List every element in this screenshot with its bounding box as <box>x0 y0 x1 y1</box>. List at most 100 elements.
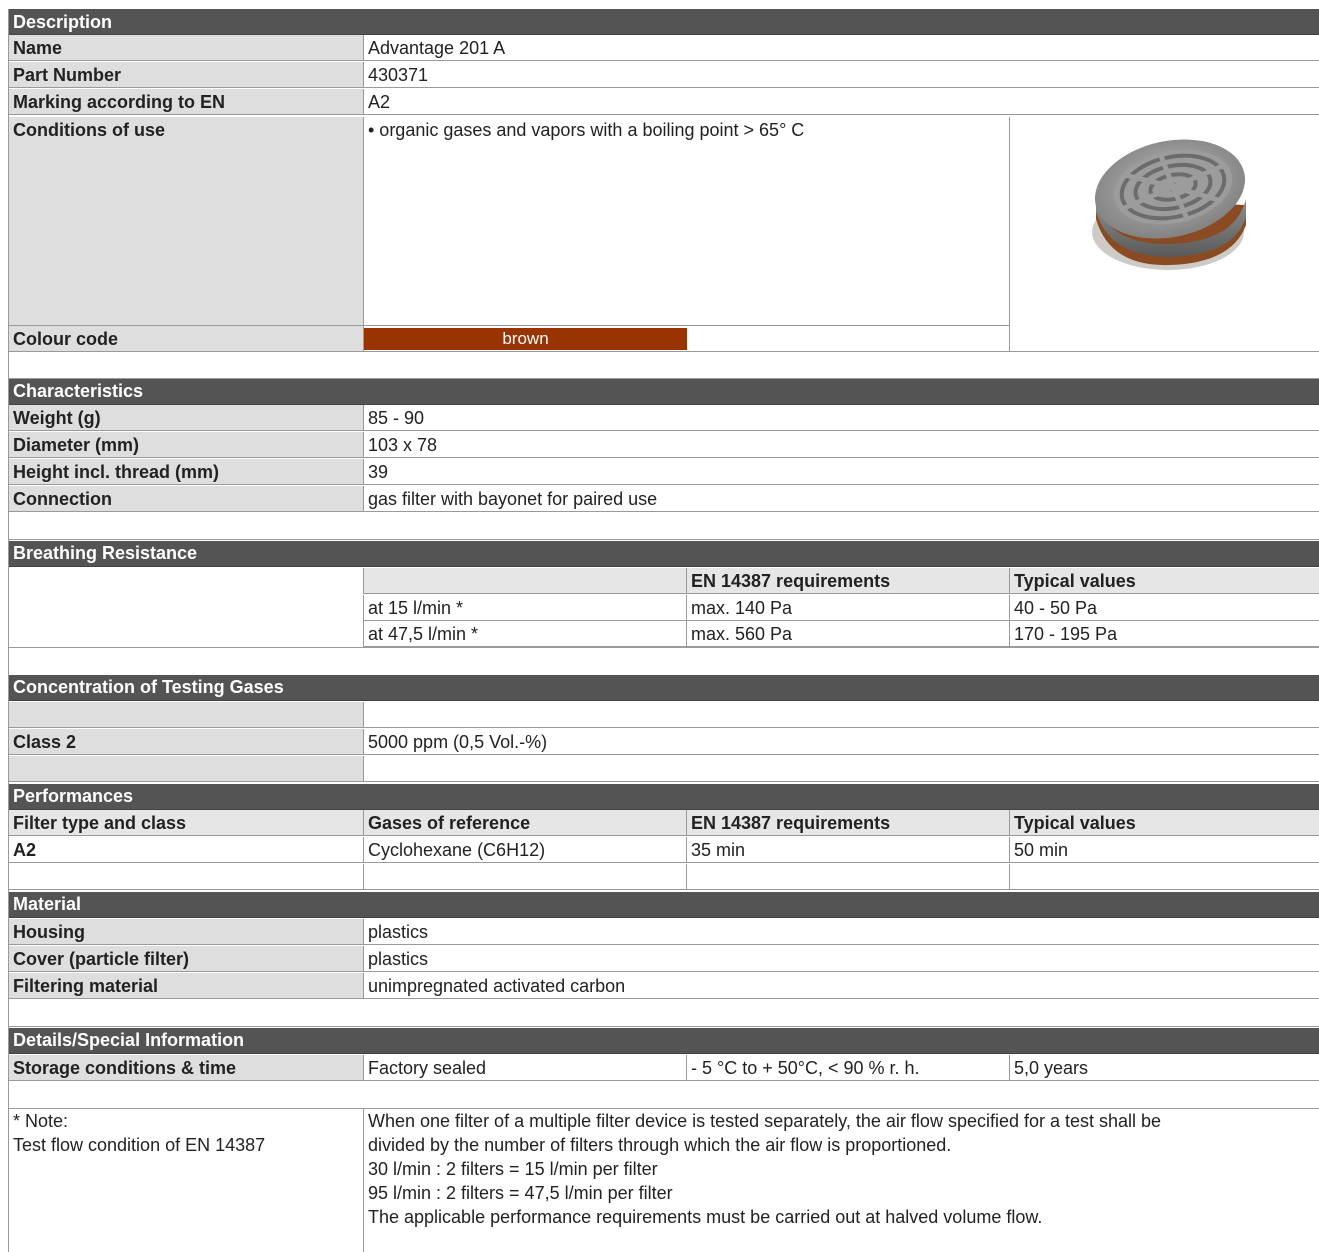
spacer-row <box>9 352 1319 379</box>
section-header-concentration: Concentration of Testing Gases <box>9 675 1319 701</box>
empty-cell <box>686 864 1009 890</box>
perf-typical: 50 min <box>1009 837 1319 863</box>
section-header-material: Material <box>9 892 1319 918</box>
value-housing: plastics <box>363 919 1319 945</box>
note-line: 30 l/min : 2 filters = 15 l/min per filt… <box>368 1159 658 1179</box>
section-header-characteristics: Characteristics <box>9 379 1319 405</box>
product-image-cell <box>1009 117 1319 352</box>
value-cover: plastics <box>363 946 1319 972</box>
note-row: * Note: Test flow condition of EN 14387 … <box>9 1109 1319 1252</box>
label-class-2: Class 2 <box>9 729 363 755</box>
section-header-description: Description <box>9 9 1319 35</box>
row-housing: Housing plastics <box>9 919 1319 945</box>
empty-cell <box>1009 864 1319 890</box>
note-line: The applicable performance requirements … <box>368 1207 1043 1227</box>
row-connection: Connection gas filter with bayonet for p… <box>9 486 1319 512</box>
performances-column-headers: Filter type and class Gases of reference… <box>9 810 1319 836</box>
row-weight: Weight (g) 85 - 90 <box>9 405 1319 431</box>
breathing-col-typical: Typical values <box>1009 568 1319 594</box>
perf-requirement: 35 min <box>686 837 1009 863</box>
concentration-empty-row <box>9 756 1319 782</box>
breathing-typical: 40 - 50 Pa <box>1009 595 1319 621</box>
row-class-2: Class 2 5000 ppm (0,5 Vol.-%) <box>9 729 1319 755</box>
note-title: * Note: <box>13 1111 69 1131</box>
perf-col-typical: Typical values <box>1009 810 1319 836</box>
value-marking: A2 <box>363 89 1319 115</box>
row-filtering-material: Filtering material unimpregnated activat… <box>9 973 1319 999</box>
concentration-empty-value <box>363 756 1319 782</box>
perf-gas: Cyclohexane (C6H12) <box>363 837 686 863</box>
breathing-condition: at 47,5 l/min * <box>363 621 686 647</box>
value-connection: gas filter with bayonet for paired use <box>363 486 1319 512</box>
perf-col-gases: Gases of reference <box>363 810 686 836</box>
perf-col-requirement: EN 14387 requirements <box>686 810 1009 836</box>
datasheet: Description Name Advantage 201 A Part Nu… <box>8 9 1319 1252</box>
label-colour-code: Colour code <box>9 326 363 352</box>
section-header-performances: Performances <box>9 784 1319 810</box>
label-part-number: Part Number <box>9 62 363 88</box>
breathing-requirement: max. 560 Pa <box>686 621 1009 647</box>
label-conditions-of-use: Conditions of use <box>9 117 363 326</box>
label-diameter: Diameter (mm) <box>9 432 363 458</box>
perf-filter-class: A2 <box>9 837 363 863</box>
perf-col-filter-type: Filter type and class <box>9 810 363 836</box>
label-weight: Weight (g) <box>9 405 363 431</box>
breathing-row-1: at 15 l/min * max. 140 Pa 40 - 50 Pa <box>9 595 1319 621</box>
spacer-row <box>9 513 1319 540</box>
label-height: Height incl. thread (mm) <box>9 459 363 485</box>
value-weight: 85 - 90 <box>363 405 1319 431</box>
note-label: * Note: Test flow condition of EN 14387 <box>9 1109 363 1252</box>
value-diameter: 103 x 78 <box>363 432 1319 458</box>
row-storage: Storage conditions & time Factory sealed… <box>9 1055 1319 1081</box>
spacer-row <box>9 647 1319 676</box>
row-height: Height incl. thread (mm) 39 <box>9 459 1319 485</box>
breathing-typical: 170 - 195 Pa <box>1009 621 1319 647</box>
breathing-column-headers: EN 14387 requirements Typical values <box>9 568 1319 594</box>
breathing-col-requirement: EN 14387 requirements <box>686 568 1009 594</box>
label-housing: Housing <box>9 919 363 945</box>
label-cover: Cover (particle filter) <box>9 946 363 972</box>
note-subtitle: Test flow condition of EN 14387 <box>13 1135 266 1155</box>
label-name: Name <box>9 35 363 61</box>
row-marking: Marking according to EN A2 <box>9 89 1319 115</box>
section-header-breathing-resistance: Breathing Resistance <box>9 541 1319 567</box>
concentration-empty-label <box>9 756 363 782</box>
storage-time: 5,0 years <box>1009 1055 1319 1081</box>
empty-cell <box>363 864 686 890</box>
value-name: Advantage 201 A <box>363 35 1319 61</box>
performances-row: A2 Cyclohexane (C6H12) 35 min 50 min <box>9 837 1319 863</box>
spacer-row <box>9 1082 1319 1109</box>
row-diameter: Diameter (mm) 103 x 78 <box>9 432 1319 458</box>
row-name: Name Advantage 201 A <box>9 35 1319 61</box>
value-height: 39 <box>363 459 1319 485</box>
gas-filter-cartridge-image <box>1092 139 1246 270</box>
label-connection: Connection <box>9 486 363 512</box>
note-line: divided by the number of filters through… <box>368 1135 952 1155</box>
value-filtering-material: unimpregnated activated carbon <box>363 973 1319 999</box>
section-header-details: Details/Special Information <box>9 1028 1319 1054</box>
breathing-row-2: at 47,5 l/min * max. 560 Pa 170 - 195 Pa <box>9 621 1319 647</box>
value-class-2: 5000 ppm (0,5 Vol.-%) <box>363 729 1319 755</box>
spacer-row <box>9 1000 1319 1027</box>
label-storage: Storage conditions & time <box>9 1055 363 1081</box>
value-conditions-of-use: • organic gases and vapors with a boilin… <box>363 117 1009 326</box>
breathing-col-condition <box>363 568 686 594</box>
performances-empty-row <box>9 864 1319 890</box>
breathing-requirement: max. 140 Pa <box>686 595 1009 621</box>
note-text: When one filter of a multiple filter dev… <box>363 1109 1319 1252</box>
label-marking: Marking according to EN <box>9 89 363 115</box>
breathing-condition: at 15 l/min * <box>363 595 686 621</box>
colour-code-swatch: brown <box>364 328 687 350</box>
storage-condition: Factory sealed <box>363 1055 686 1081</box>
storage-range: - 5 °C to + 50°C, < 90 % r. h. <box>686 1055 1009 1081</box>
row-part-number: Part Number 430371 <box>9 62 1319 88</box>
concentration-empty-row <box>9 702 1319 728</box>
value-part-number: 430371 <box>363 62 1319 88</box>
row-cover: Cover (particle filter) plastics <box>9 946 1319 972</box>
concentration-empty-label <box>9 702 363 728</box>
concentration-empty-value <box>363 702 1319 728</box>
label-filtering-material: Filtering material <box>9 973 363 999</box>
note-line: When one filter of a multiple filter dev… <box>368 1111 1162 1131</box>
note-line: 95 l/min : 2 filters = 47,5 l/min per fi… <box>368 1183 673 1203</box>
empty-cell <box>9 864 363 890</box>
